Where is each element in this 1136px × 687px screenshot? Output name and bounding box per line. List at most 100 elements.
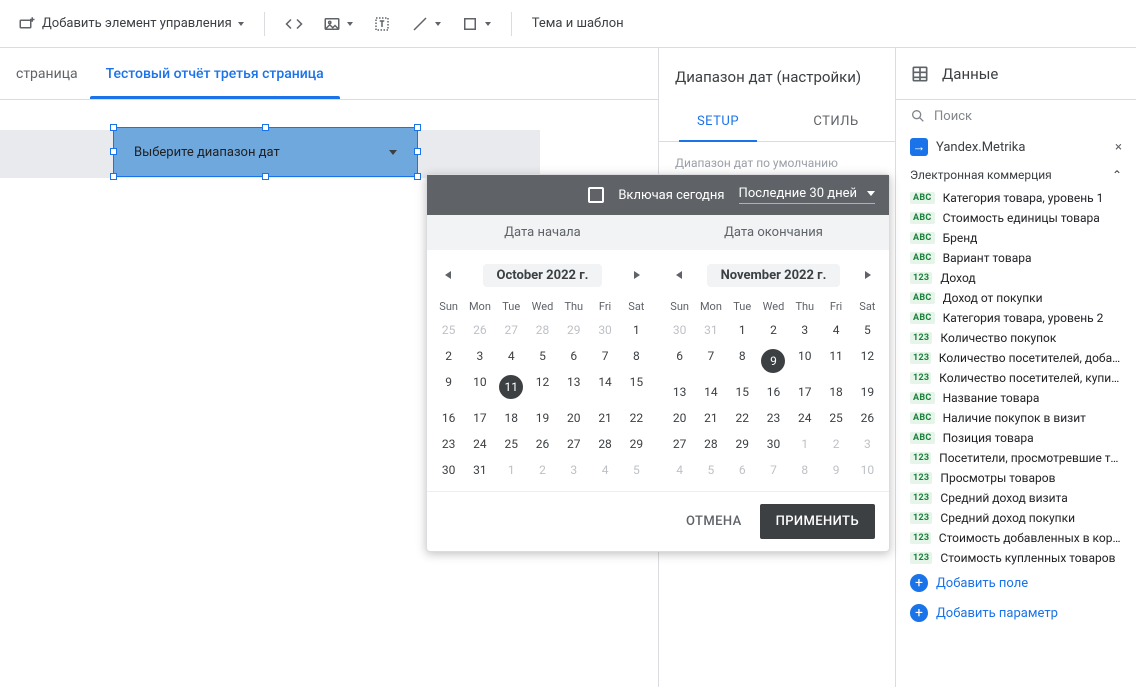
calendar-day[interactable]: 22 <box>727 405 758 431</box>
field-row[interactable]: 123Количество посетителей, купивш... <box>896 368 1136 388</box>
calendar-day[interactable]: 12 <box>527 369 558 405</box>
calendar-day[interactable]: 5 <box>695 457 726 483</box>
field-row[interactable]: ABCПозиция товара <box>896 428 1136 448</box>
calendar-day[interactable]: 15 <box>727 379 758 405</box>
date-range-widget[interactable]: Выберите диапазон дат <box>113 127 418 177</box>
calendar-day[interactable]: 8 <box>789 457 820 483</box>
calendar-day[interactable]: 25 <box>496 431 527 457</box>
calendar-day[interactable]: 6 <box>727 457 758 483</box>
calendar-day[interactable]: 3 <box>464 343 495 369</box>
data-search[interactable]: Поиск <box>896 100 1136 132</box>
calendar-day[interactable]: 30 <box>758 431 789 457</box>
next-month-button[interactable] <box>624 262 650 288</box>
calendar-day[interactable]: 4 <box>820 317 851 343</box>
calendar-day[interactable]: 20 <box>664 405 695 431</box>
calendar-day[interactable]: 8 <box>621 343 652 369</box>
theme-button[interactable]: Тема и шаблон <box>526 12 630 35</box>
calendar-day[interactable]: 2 <box>820 431 851 457</box>
calendar-day[interactable]: 1 <box>789 431 820 457</box>
prev-month-button[interactable] <box>435 262 461 288</box>
resize-handle[interactable] <box>262 173 269 180</box>
calendar-day[interactable]: 28 <box>589 431 620 457</box>
calendar-day[interactable]: 17 <box>464 405 495 431</box>
field-row[interactable]: 123Средний доход покупки <box>896 508 1136 528</box>
calendar-day[interactable]: 2 <box>527 457 558 483</box>
close-icon[interactable]: × <box>1115 140 1122 155</box>
calendar-day[interactable]: 29 <box>558 317 589 343</box>
calendar-day[interactable]: 25 <box>433 317 464 343</box>
calendar-day[interactable]: 7 <box>695 343 726 379</box>
calendar-day[interactable]: 23 <box>758 405 789 431</box>
calendar-day[interactable]: 2 <box>758 317 789 343</box>
calendar-day[interactable]: 9 <box>820 457 851 483</box>
calendar-day[interactable]: 18 <box>496 405 527 431</box>
calendar-day[interactable]: 30 <box>589 317 620 343</box>
field-row[interactable]: 123Стоимость купленных товаров <box>896 548 1136 568</box>
calendar-day[interactable]: 14 <box>589 369 620 405</box>
calendar-day[interactable]: 25 <box>820 405 851 431</box>
calendar-day[interactable]: 28 <box>695 431 726 457</box>
calendar-day[interactable]: 29 <box>727 431 758 457</box>
calendar-day[interactable]: 1 <box>496 457 527 483</box>
calendar-day[interactable]: 4 <box>664 457 695 483</box>
calendar-day[interactable]: 27 <box>558 431 589 457</box>
line-button[interactable] <box>405 11 447 37</box>
field-row[interactable]: ABCБренд <box>896 228 1136 248</box>
calendar-day[interactable]: 13 <box>664 379 695 405</box>
field-row[interactable]: ABCКатегория товара, уровень 2 <box>896 308 1136 328</box>
calendar-day[interactable]: 31 <box>695 317 726 343</box>
embed-button[interactable] <box>279 11 309 37</box>
field-row[interactable]: 123Средний доход визита <box>896 488 1136 508</box>
shape-button[interactable] <box>455 11 497 37</box>
calendar-day[interactable]: 28 <box>527 317 558 343</box>
field-row[interactable]: 123Количество посетителей, добавив... <box>896 348 1136 368</box>
calendar-day[interactable]: 24 <box>789 405 820 431</box>
calendar-day[interactable]: 22 <box>621 405 652 431</box>
image-button[interactable] <box>317 11 359 37</box>
calendar-day[interactable]: 4 <box>589 457 620 483</box>
calendar-day[interactable]: 17 <box>789 379 820 405</box>
field-row[interactable]: ABCНазвание товара <box>896 388 1136 408</box>
prev-month-button[interactable] <box>666 262 692 288</box>
calendar-day[interactable]: 3 <box>789 317 820 343</box>
tab-setup[interactable]: SETUP <box>659 102 777 141</box>
calendar-day[interactable]: 8 <box>727 343 758 379</box>
resize-handle[interactable] <box>262 124 269 131</box>
calendar-day[interactable]: 10 <box>852 457 883 483</box>
calendar-day[interactable]: 30 <box>433 457 464 483</box>
calendar-day[interactable]: 10 <box>789 343 820 379</box>
calendar-day[interactable]: 11 <box>496 369 527 405</box>
calendar-day[interactable]: 30 <box>664 317 695 343</box>
add-field-button[interactable]: + Добавить поле <box>896 568 1136 598</box>
calendar-day[interactable]: 12 <box>852 343 883 379</box>
calendar-day[interactable]: 11 <box>820 343 851 379</box>
calendar-day[interactable]: 5 <box>621 457 652 483</box>
calendar-day[interactable]: 5 <box>527 343 558 369</box>
resize-handle[interactable] <box>110 173 117 180</box>
tab-style[interactable]: СТИЛЬ <box>777 102 895 141</box>
calendar-day[interactable]: 16 <box>433 405 464 431</box>
calendar-day[interactable]: 27 <box>664 431 695 457</box>
calendar-day[interactable]: 21 <box>589 405 620 431</box>
text-button[interactable] <box>367 11 397 37</box>
calendar-day[interactable]: 29 <box>621 431 652 457</box>
add-param-button[interactable]: + Добавить параметр <box>896 598 1136 628</box>
calendar-day[interactable]: 26 <box>527 431 558 457</box>
calendar-day[interactable]: 1 <box>727 317 758 343</box>
field-row[interactable]: 123Доход <box>896 268 1136 288</box>
calendar-day[interactable]: 3 <box>558 457 589 483</box>
calendar-day[interactable]: 6 <box>664 343 695 379</box>
field-row[interactable]: 123Просмотры товаров <box>896 468 1136 488</box>
data-source-chip[interactable]: → Yandex.Metrika × <box>896 132 1136 162</box>
add-control-button[interactable]: Добавить элемент управления <box>12 11 250 37</box>
resize-handle[interactable] <box>414 124 421 131</box>
next-month-button[interactable] <box>855 262 881 288</box>
calendar-day[interactable]: 16 <box>758 379 789 405</box>
resize-handle[interactable] <box>414 173 421 180</box>
calendar-day[interactable]: 2 <box>433 343 464 369</box>
calendar-day[interactable]: 13 <box>558 369 589 405</box>
field-row[interactable]: ABCНаличие покупок в визит <box>896 408 1136 428</box>
include-today-checkbox[interactable] <box>588 187 604 203</box>
field-row[interactable]: 123Количество покупок <box>896 328 1136 348</box>
calendar-day[interactable]: 23 <box>433 431 464 457</box>
